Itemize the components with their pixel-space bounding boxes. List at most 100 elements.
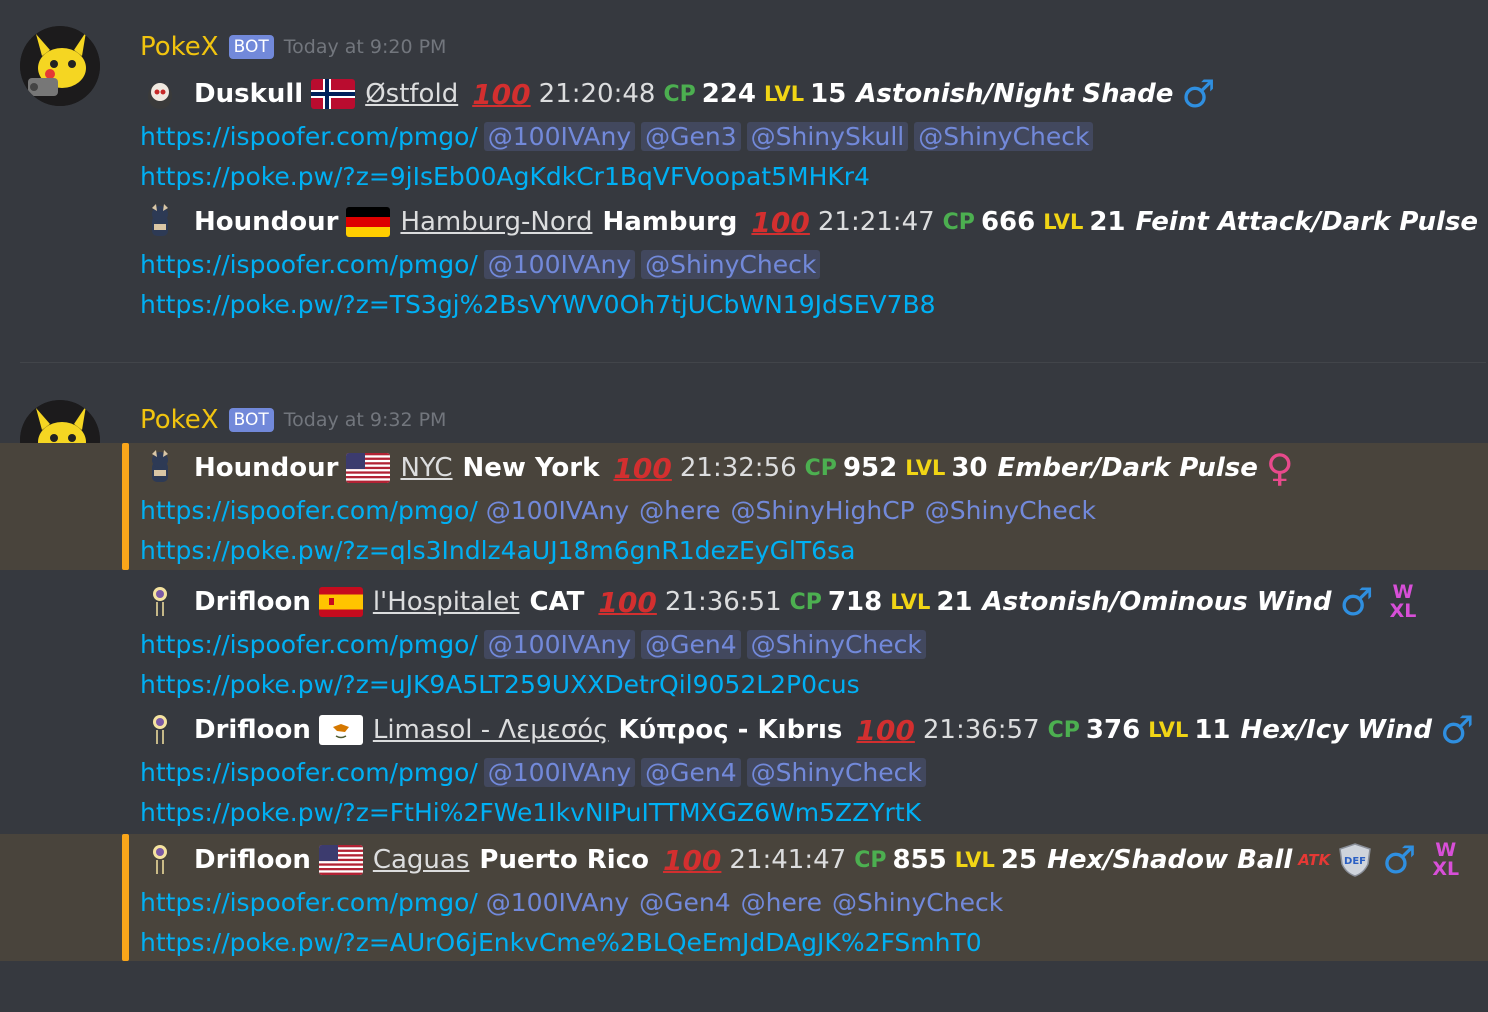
level-value: 11: [1194, 715, 1231, 745]
mention-role[interactable]: @100IVAny: [483, 249, 636, 279]
bot-avatar[interactable]: [20, 26, 100, 106]
moveset: Hex/Icy Wind: [1240, 715, 1432, 745]
link-line: https://ispoofer.com/pmgo/ @100IVAny @Ge…: [140, 882, 1005, 922]
mention-here[interactable]: @here: [739, 888, 824, 917]
mention-role[interactable]: @Gen4: [637, 888, 733, 917]
ispoofer-link[interactable]: https://ispoofer.com/pmgo/: [140, 496, 478, 525]
level-value: 30: [951, 453, 988, 483]
usa-flag-icon: [346, 453, 391, 483]
city-link[interactable]: Limasol - Λεμεσός: [373, 715, 609, 745]
mention-role[interactable]: @ShinyCheck: [746, 629, 926, 659]
pokemon-name: Drifloon: [194, 845, 311, 875]
female-gender-icon: ♀: [1265, 446, 1294, 490]
hundred-points-icon: 100: [598, 585, 657, 619]
spawn-time: 21:20:48: [538, 79, 656, 109]
pokemon-name: Houndour: [194, 207, 339, 237]
city-link[interactable]: Østfold: [365, 79, 458, 109]
pokepw-link[interactable]: https://poke.pw/?z=qls3Indlz4aUJ18m6gnR1…: [140, 536, 855, 565]
mention-role[interactable]: @ShinyCheck: [830, 888, 1005, 917]
timestamp[interactable]: Today at 9:20 PM: [284, 36, 447, 58]
mention-role[interactable]: @ShinyCheck: [746, 757, 926, 787]
male-gender-icon: ♂: [1382, 838, 1417, 882]
moveset: Ember/Dark Pulse: [997, 453, 1258, 483]
region-name: CAT: [529, 587, 585, 617]
ispoofer-link[interactable]: https://ispoofer.com/pmgo/: [140, 630, 478, 659]
message-group-1: PokeX BOT Today at 9:20 PM Duskull Østfo…: [0, 0, 1488, 362]
mention-here[interactable]: @here: [637, 496, 722, 525]
region-name: New York: [462, 453, 600, 483]
weather-xl-icon: W XL: [1432, 839, 1460, 880]
username[interactable]: PokeX: [140, 405, 219, 435]
link-line: https://ispoofer.com/pmgo/ @100IVAny @Sh…: [140, 244, 821, 284]
link-line: https://ispoofer.com/pmgo/ @100IVAny @Ge…: [140, 116, 1094, 156]
cp-value: 376: [1085, 715, 1141, 745]
link-line: https://ispoofer.com/pmgo/ @100IVAny @Ge…: [140, 624, 926, 664]
lvl-icon: LVL: [1043, 210, 1084, 234]
spawn-time: 21:21:47: [817, 207, 935, 237]
cp-icon: CP: [789, 589, 822, 615]
pokepw-line: https://poke.pw/?z=FtHi%2FWe1IkvNIPuITTM…: [140, 792, 921, 832]
pokemon-name: Drifloon: [194, 587, 311, 617]
pokepw-link[interactable]: https://poke.pw/?z=AUrO6jEnkvCme%2BLQeEm…: [140, 928, 982, 957]
username[interactable]: PokeX: [140, 32, 219, 62]
city-link[interactable]: Caguas: [373, 845, 470, 875]
lvl-icon: LVL: [954, 848, 995, 872]
region-name: Κύπρος - Kıbrıs: [618, 715, 843, 745]
mention-role[interactable]: @ShinySkull: [746, 121, 909, 151]
mention-role[interactable]: @100IVAny: [484, 888, 631, 917]
hundred-points-icon: 100: [662, 843, 722, 877]
drifloon-sprite-icon: [140, 710, 180, 750]
pokepw-link[interactable]: https://poke.pw/?z=FtHi%2FWe1IkvNIPuITTM…: [140, 798, 921, 827]
pokepw-link[interactable]: https://poke.pw/?z=9jIsEb00AgKdkCr1BqVFV…: [140, 162, 870, 191]
city-link[interactable]: NYC: [400, 453, 452, 483]
ispoofer-link[interactable]: https://ispoofer.com/pmgo/: [140, 250, 478, 279]
attack-sword-icon: ATK: [1298, 851, 1331, 869]
mention-role[interactable]: @100IVAny: [483, 121, 636, 151]
male-gender-icon: ♂: [1339, 580, 1374, 624]
mention-role[interactable]: @ShinyCheck: [923, 496, 1098, 525]
drifloon-sprite-icon: [140, 582, 180, 622]
cp-icon: CP: [1047, 717, 1080, 743]
mention-role[interactable]: @ShinyCheck: [914, 121, 1094, 151]
pokemon-line: Houndour NYC New York 100 21:32:56 CP 95…: [140, 448, 1294, 488]
lvl-icon: LVL: [1148, 718, 1189, 742]
svg-text:DEF: DEF: [1344, 856, 1366, 867]
region-name: Puerto Rico: [479, 845, 649, 875]
mention-highlight-bar: [122, 834, 129, 961]
ispoofer-link[interactable]: https://ispoofer.com/pmgo/: [140, 122, 478, 151]
spawn-time: 21:36:51: [664, 587, 782, 617]
spawn-time: 21:41:47: [729, 845, 847, 875]
ispoofer-link[interactable]: https://ispoofer.com/pmgo/: [140, 758, 478, 787]
level-value: 21: [1089, 207, 1126, 237]
germany-flag-icon: [346, 207, 391, 237]
moveset: Astonish/Ominous Wind: [982, 587, 1332, 617]
pokemon-line: Houndour Hamburg-Nord Hamburg 100 21:21:…: [140, 202, 1488, 242]
houndour-sprite-icon: [140, 448, 180, 488]
mention-role[interactable]: @ShinyHighCP: [728, 496, 916, 525]
mention-role[interactable]: @Gen4: [641, 629, 741, 659]
ispoofer-link[interactable]: https://ispoofer.com/pmgo/: [140, 888, 478, 917]
mention-role[interactable]: @Gen3: [641, 121, 741, 151]
pokepw-line: https://poke.pw/?z=AUrO6jEnkvCme%2BLQeEm…: [140, 922, 982, 962]
moveset: Hex/Shadow Ball: [1047, 845, 1293, 875]
pokemon-line: Duskull Østfold 100 21:20:48 CP 224 LVL …: [140, 74, 1215, 114]
mention-role[interactable]: @100IVAny: [483, 629, 636, 659]
lvl-icon: LVL: [905, 456, 946, 480]
duskull-sprite-icon: [140, 74, 180, 114]
city-link[interactable]: Hamburg-Nord: [400, 207, 592, 237]
spawn-time: 21:36:57: [922, 715, 1040, 745]
city-link[interactable]: l'Hospitalet: [373, 587, 520, 617]
mention-role[interactable]: @Gen4: [641, 757, 741, 787]
pokepw-link[interactable]: https://poke.pw/?z=uJK9A5LT259UXXDetrQil…: [140, 670, 860, 699]
highlighted-message: Drifloon Caguas Puerto Rico 100 21:41:47…: [0, 834, 1488, 961]
moveset: Feint Attack/Dark Pulse: [1135, 207, 1479, 237]
hundred-points-icon: 100: [751, 205, 810, 239]
pokepw-link[interactable]: https://poke.pw/?z=TS3gj%2BsVYWV0Oh7tjUC…: [140, 290, 936, 319]
pokemon-line: Drifloon Caguas Puerto Rico 100 21:41:47…: [140, 840, 1459, 880]
cp-value: 666: [980, 207, 1036, 237]
timestamp[interactable]: Today at 9:32 PM: [284, 409, 447, 431]
mention-role[interactable]: @ShinyCheck: [641, 249, 821, 279]
mention-role[interactable]: @100IVAny: [484, 496, 631, 525]
mention-role[interactable]: @100IVAny: [483, 757, 636, 787]
hundred-points-icon: 100: [472, 77, 531, 111]
